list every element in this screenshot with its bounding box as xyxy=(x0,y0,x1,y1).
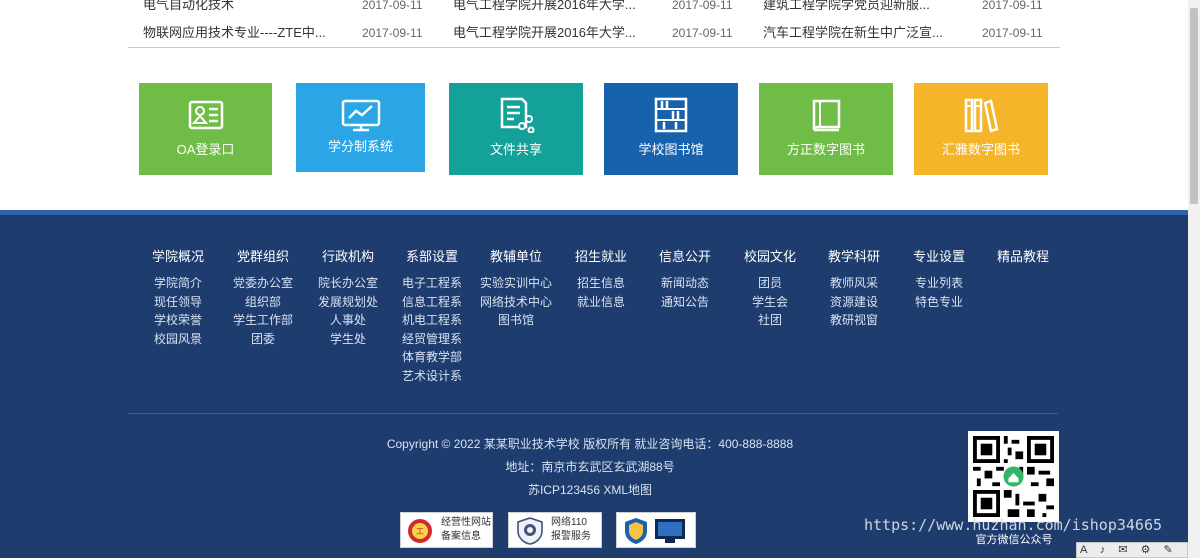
footer-nav-link[interactable]: 经贸管理系 xyxy=(390,330,474,349)
tile-label: 学分制系统 xyxy=(327,139,393,154)
input-tray-toolbar[interactable]: A ♪ ✉ ⚙ ✎ xyxy=(1076,542,1188,558)
footer-nav-heading[interactable]: 校园文化 xyxy=(728,247,812,267)
footer-nav-column: 精品教程 xyxy=(981,247,1065,274)
footer-nav-link[interactable]: 特色专业 xyxy=(897,293,981,312)
tile-label: 文件共享 xyxy=(489,142,542,157)
footer-nav-column: 学院概况学院简介 现任领导 学校荣誉 校园风景 xyxy=(136,247,220,348)
monitor-chart-icon xyxy=(341,99,380,132)
book-icon xyxy=(812,99,841,132)
books-icon xyxy=(964,98,999,133)
police-shield-icon xyxy=(517,517,543,545)
footer-nav-heading[interactable]: 党群组织 xyxy=(221,247,305,267)
footer-nav-column: 行政机构院长办公室 发展规划处 人事处 学生处 xyxy=(306,247,390,348)
footer-nav-link[interactable]: 学生处 xyxy=(306,330,390,349)
footer-nav-link[interactable]: 学生工作部 xyxy=(221,311,305,330)
footer-nav-link[interactable]: 学院简介 xyxy=(136,274,220,293)
police-110-badge[interactable]: 网络110 报警服务 xyxy=(508,512,602,548)
footer-nav-link[interactable]: 学生会 xyxy=(728,293,812,312)
tile-label: 汇雅数字图书 xyxy=(941,142,1020,157)
footer-nav-heading[interactable]: 招生就业 xyxy=(559,247,643,267)
site-footer: 学院概况 学院简介 现任领导 学校荣誉 校园风景 党群组织 党委办公室 组织部 学生工作部 团委行… xyxy=(0,210,1188,558)
footer-nav-link[interactable]: 教研视窗 xyxy=(812,311,896,330)
quick-links: OA登录口 学分制系统 文件共享 学校图书馆 方正数字图书 汇雅数字图书 xyxy=(0,0,1200,200)
badge-line: 报警服务 xyxy=(551,531,591,542)
address-text: 地址：南京市玄武区玄武湖88号 xyxy=(505,460,675,474)
badge-shield-icon xyxy=(625,518,647,544)
footer-nav-link[interactable]: 信息工程系 xyxy=(390,293,474,312)
founder-ebook-tile[interactable]: 方正数字图书 xyxy=(759,83,893,175)
footer-nav-link[interactable]: 团委 xyxy=(221,330,305,349)
qr-code-icon xyxy=(973,436,1054,517)
footer-nav-column: 招生就业招生信息 就业信息 xyxy=(559,247,643,311)
tile-label: OA登录口 xyxy=(176,142,235,157)
footer-nav-link[interactable]: 新闻动态 xyxy=(643,274,727,293)
footer-nav-link[interactable]: 组织部 xyxy=(221,293,305,312)
footer-nav-link[interactable]: 教师风采 xyxy=(812,274,896,293)
badge-line: 备案信息 xyxy=(441,531,481,542)
footer-nav-column: 信息公开新闻动态 通知公告 xyxy=(643,247,727,311)
footer-nav-column: 校园文化团员 学生会 社团 xyxy=(728,247,812,330)
divider xyxy=(128,413,1058,414)
footer-nav-link[interactable]: 校园风景 xyxy=(136,330,220,349)
bookshelf-icon xyxy=(654,97,688,133)
file-share-tile[interactable]: 文件共享 xyxy=(449,83,583,175)
footer-nav-link[interactable]: 实验实训中心 xyxy=(474,274,558,293)
footer-nav-link[interactable]: 资源建设 xyxy=(812,293,896,312)
oa-login-tile[interactable]: OA登录口 xyxy=(139,83,272,175)
credit-system-tile[interactable]: 学分制系统 xyxy=(296,83,425,172)
footer-nav-link[interactable]: 发展规划处 xyxy=(306,293,390,312)
footer-nav-column: 系部设置电子工程系 信息工程系 机电工程系 经贸管理系 体育教学部 艺术设计系 xyxy=(390,247,474,385)
footer-nav-link[interactable]: 艺术设计系 xyxy=(390,367,474,386)
tile-label: 方正数字图书 xyxy=(786,142,865,157)
footer-nav-link[interactable]: 人事处 xyxy=(306,311,390,330)
footer-nav-link[interactable]: 电子工程系 xyxy=(390,274,474,293)
footer-nav-heading[interactable]: 专业设置 xyxy=(897,247,981,267)
footer-nav-heading[interactable]: 信息公开 xyxy=(643,247,727,267)
footer-nav-link[interactable]: 网络技术中心 xyxy=(474,293,558,312)
footer-nav-link[interactable]: 图书馆 xyxy=(474,311,558,330)
footer-nav-column: 党群组织党委办公室 组织部 学生工作部 团委 xyxy=(221,247,305,348)
tile-label: 学校图书馆 xyxy=(638,142,704,157)
id-card-icon xyxy=(188,100,223,130)
footer-nav-heading[interactable]: 教辅单位 xyxy=(474,247,558,267)
footer-nav-link[interactable]: 社团 xyxy=(728,311,812,330)
footer-nav-link[interactable]: 通知公告 xyxy=(643,293,727,312)
footer-nav-link[interactable]: 体育教学部 xyxy=(390,348,474,367)
footer-nav-heading[interactable]: 学院概况 xyxy=(136,247,220,267)
library-tile[interactable]: 学校图书馆 xyxy=(604,83,738,175)
svg-text:工: 工 xyxy=(416,527,424,536)
footer-nav-link[interactable]: 院长办公室 xyxy=(306,274,390,293)
footer-nav-heading[interactable]: 行政机构 xyxy=(306,247,390,267)
footer-nav-heading[interactable]: 精品教程 xyxy=(981,247,1065,267)
footer-nav-link[interactable]: 现任领导 xyxy=(136,293,220,312)
watermark-text: https://www.huzhan.com/ishop34665 xyxy=(864,516,1163,534)
footer-nav-link[interactable]: 就业信息 xyxy=(559,293,643,312)
footer-nav-heading[interactable]: 系部设置 xyxy=(390,247,474,267)
emblem-icon: 工 xyxy=(408,519,432,543)
footer-nav-link[interactable]: 招生信息 xyxy=(559,274,643,293)
icp-link[interactable]: 苏ICP123456 XML地图 xyxy=(320,482,860,498)
footer-nav-column: 教学科研教师风采 资源建设 教研视窗 xyxy=(812,247,896,330)
footer-nav-column: 专业设置专业列表 特色专业 xyxy=(897,247,981,311)
wechat-qr-code xyxy=(968,431,1059,522)
footer-nav-link[interactable]: 学校荣誉 xyxy=(136,311,220,330)
website-record-badge[interactable]: 工 经营性网站 备案信息 xyxy=(400,512,493,548)
public-security-badge[interactable] xyxy=(616,512,696,548)
footer-nav-column: 教辅单位实验实训中心 网络技术中心 图书馆 xyxy=(474,247,558,330)
footer-nav-link[interactable]: 团员 xyxy=(728,274,812,293)
badge-line: 经营性网站 xyxy=(441,517,491,528)
badge-line: 网络110 xyxy=(551,517,587,528)
footer-nav-link[interactable]: 党委办公室 xyxy=(221,274,305,293)
footer-nav-link[interactable]: 专业列表 xyxy=(897,274,981,293)
scrollbar-thumb[interactable] xyxy=(1190,8,1198,204)
file-share-icon xyxy=(500,97,535,133)
footer-nav-heading[interactable]: 教学科研 xyxy=(812,247,896,267)
copyright-text: Copyright © 2022 某某职业技术学校 版权所有 就业咨询电话：40… xyxy=(386,437,794,451)
footer-nav-link[interactable]: 机电工程系 xyxy=(390,311,474,330)
pc-monitor-icon xyxy=(655,519,685,543)
huiya-ebook-tile[interactable]: 汇雅数字图书 xyxy=(914,83,1048,175)
